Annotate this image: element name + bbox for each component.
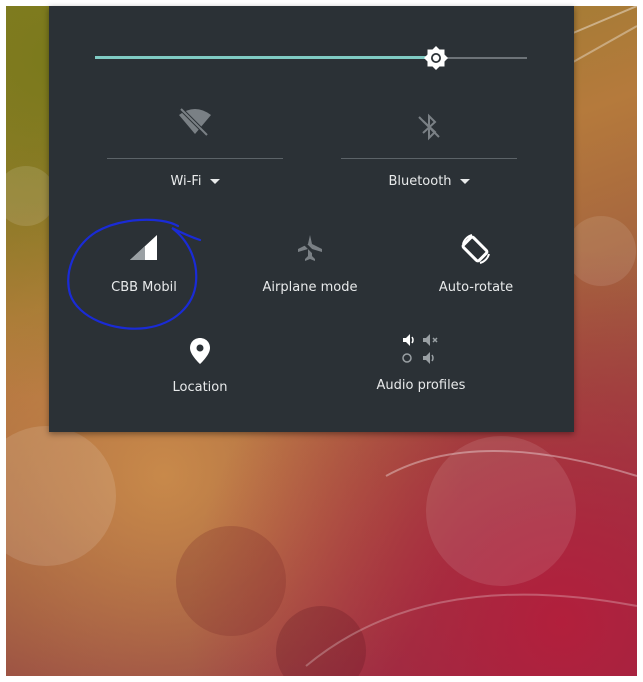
airplane-mode-tile[interactable]: Airplane mode: [245, 232, 375, 295]
audio-profiles-icon: [402, 334, 438, 364]
wifi-label-button[interactable]: Wi-Fi: [107, 174, 283, 189]
auto-rotate-icon: [461, 234, 490, 264]
bluetooth-off-icon: [418, 113, 440, 141]
location-pin-icon: [190, 338, 210, 364]
bluetooth-label-button[interactable]: Bluetooth: [341, 174, 517, 189]
cell-data-tile[interactable]: CBB Mobil: [79, 232, 209, 295]
wifi-tile[interactable]: [107, 106, 283, 136]
brightness-icon[interactable]: [424, 46, 449, 70]
bluetooth-divider: [341, 158, 517, 159]
location-tile[interactable]: Location: [135, 336, 265, 395]
auto-rotate-label: Auto-rotate: [438, 280, 514, 295]
cell-data-label: CBB Mobil: [111, 280, 177, 295]
wifi-label: Wi-Fi: [170, 174, 202, 189]
location-label: Location: [172, 380, 228, 395]
bluetooth-tile[interactable]: [341, 112, 517, 142]
airplane-icon: [297, 235, 323, 262]
audio-profiles-tile[interactable]: Audio profiles: [351, 332, 491, 393]
cell-signal-icon: [130, 235, 157, 260]
wifi-dropdown-icon[interactable]: [209, 179, 220, 184]
auto-rotate-tile[interactable]: Auto-rotate: [411, 232, 541, 295]
brightness-slider[interactable]: [95, 46, 527, 70]
bluetooth-label: Bluetooth: [388, 174, 452, 189]
bluetooth-dropdown-icon[interactable]: [459, 179, 470, 184]
airplane-mode-label: Airplane mode: [262, 280, 358, 295]
brightness-fill: [95, 56, 437, 59]
wifi-off-icon: [179, 107, 211, 136]
quick-settings-panel: Wi-Fi Bluetooth CBB Mobil Airplane mode: [49, 6, 574, 432]
wifi-divider: [107, 158, 283, 159]
audio-profiles-label: Audio profiles: [376, 378, 466, 393]
